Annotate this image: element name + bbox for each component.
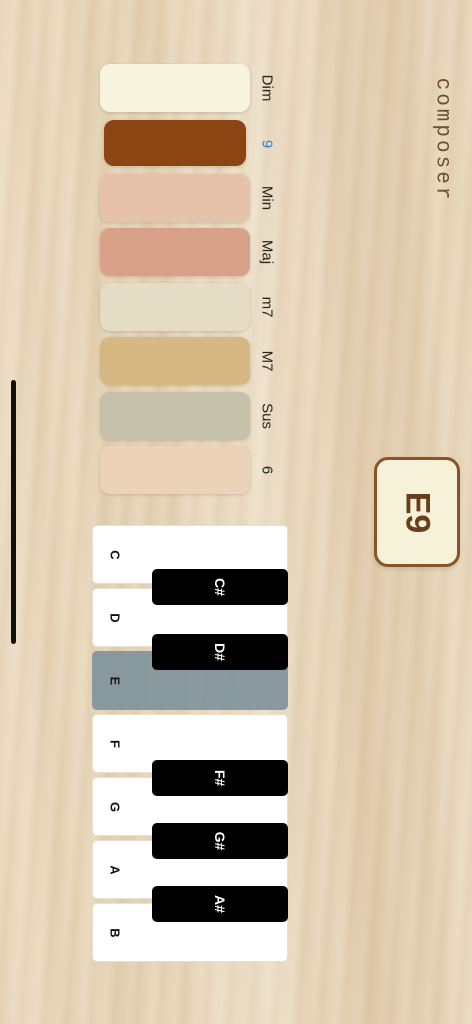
chord-quality-swatch-m7[interactable] xyxy=(100,337,250,385)
key-label: D xyxy=(107,612,123,623)
key-label: F xyxy=(107,739,123,748)
black-key-c-sharp[interactable]: C# xyxy=(152,569,288,605)
chord-quality-swatch-dim[interactable] xyxy=(100,64,250,112)
chord-quality-label: Dim xyxy=(258,74,276,102)
chord-quality-swatch-maj[interactable] xyxy=(100,228,250,276)
chord-quality-label: 9 xyxy=(258,139,276,149)
key-label: E xyxy=(107,676,123,685)
key-label: F# xyxy=(212,769,228,787)
chord-quality-label: 6 xyxy=(258,465,276,475)
chord-quality-swatch-m7[interactable] xyxy=(100,283,250,331)
chord-quality-label: M7 xyxy=(258,350,276,372)
key-label: A# xyxy=(212,895,228,913)
black-key-a-sharp[interactable]: A# xyxy=(152,886,288,922)
chord-quality-swatch-6[interactable] xyxy=(100,446,250,494)
chord-quality-label: m7 xyxy=(258,296,276,318)
chord-quality-swatch-9[interactable] xyxy=(104,120,246,166)
current-chord-display: E9 xyxy=(374,457,460,567)
home-indicator xyxy=(11,380,16,644)
current-chord-label: E9 xyxy=(398,491,437,533)
key-label: G# xyxy=(212,831,228,851)
chord-quality-label: Min xyxy=(258,185,276,211)
black-key-g-sharp[interactable]: G# xyxy=(152,823,288,859)
key-label: C# xyxy=(212,578,228,596)
chord-quality-label: Maj xyxy=(258,239,276,265)
chord-quality-label: Sus xyxy=(258,403,276,429)
key-label: C xyxy=(107,549,123,560)
key-label: B xyxy=(107,927,123,938)
key-label: A xyxy=(107,864,123,875)
key-label: G xyxy=(107,801,123,812)
app-title: composer xyxy=(430,77,454,203)
chord-quality-swatch-sus[interactable] xyxy=(100,392,250,440)
key-label: D# xyxy=(212,643,228,661)
black-key-d-sharp[interactable]: D# xyxy=(152,634,288,670)
chord-quality-swatch-min[interactable] xyxy=(100,174,250,222)
black-key-f-sharp[interactable]: F# xyxy=(152,760,288,796)
